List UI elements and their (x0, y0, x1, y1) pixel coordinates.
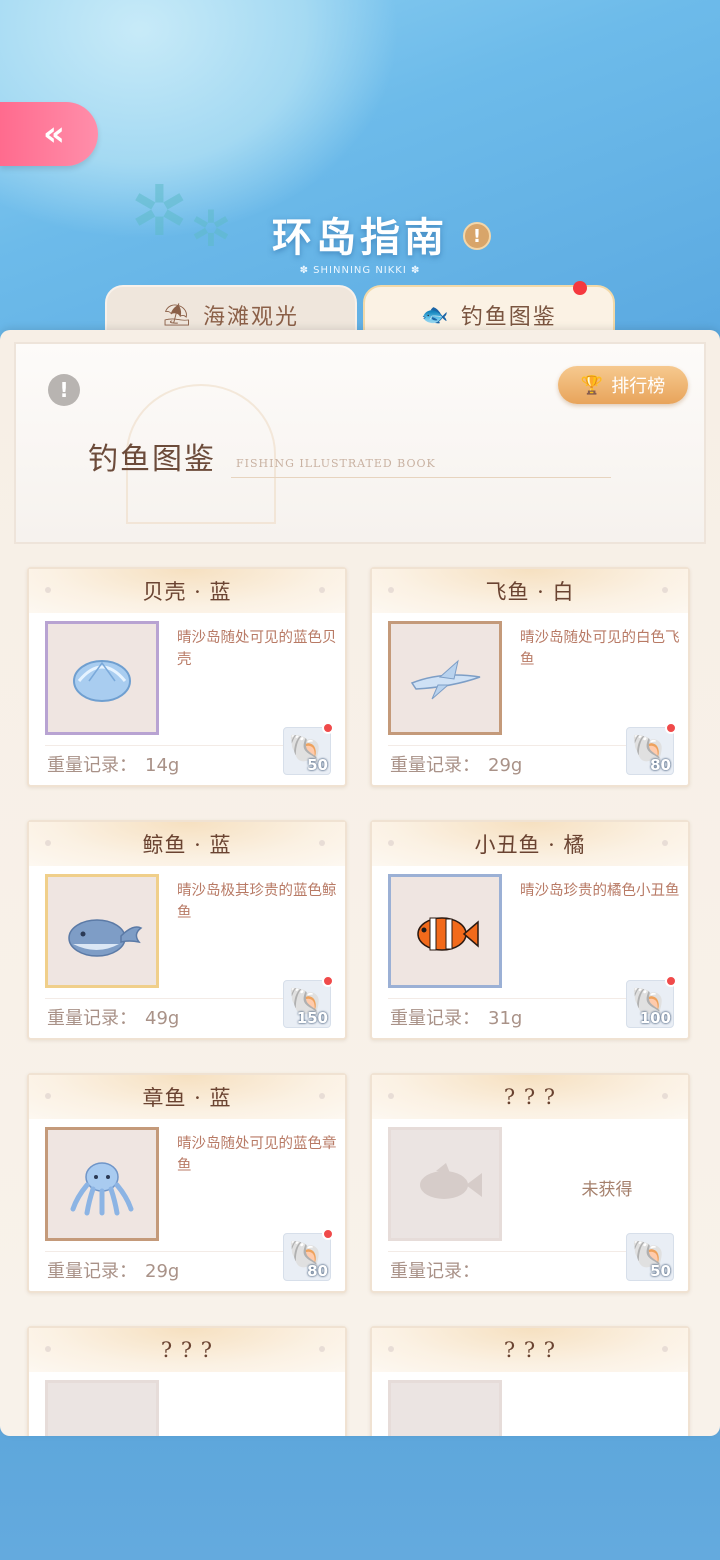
fish-name: 飞鱼 · 白 (372, 569, 688, 613)
page-subtitle: ✽ SHINNING NIKKI ✽ (299, 265, 421, 276)
fish-silhouette-icon (45, 1380, 159, 1436)
book-header: ! 🏆 排行榜 钓鱼图鉴 FISHING ILLUSTRATED BOOK (14, 342, 706, 544)
weight-value: 29g (488, 755, 523, 776)
notification-dot (322, 1228, 334, 1240)
exclamation-icon: ! (472, 225, 482, 247)
fish-description: 晴沙岛随处可见的蓝色章鱼 (177, 1136, 337, 1174)
reward-item[interactable]: 🐚 150 (283, 975, 334, 1028)
weight-label: 重量记录： (47, 1261, 137, 1282)
reward-item[interactable]: 🐚 50 (283, 722, 334, 775)
page-title-block: 环岛指南 ✽ SHINNING NIKKI ✽ (0, 205, 720, 276)
fish-card-locked[interactable]: ? ? ? (370, 1326, 690, 1436)
notification-dot (322, 722, 334, 734)
reward-item[interactable]: 🐚 80 (283, 1228, 334, 1281)
flying-fish-icon (388, 621, 502, 735)
tab-label: 钓鱼图鉴 (460, 305, 557, 330)
reward-item[interactable]: 🐚 100 (626, 975, 677, 1028)
fish-description: 晴沙岛珍贵的橘色小丑鱼 (520, 883, 680, 899)
shell-icon (45, 621, 159, 735)
fish-card[interactable]: 章鱼 · 蓝 晴沙岛随处可见的蓝色章鱼 重量记录： 29g 🐚 80 (27, 1073, 347, 1293)
reward-count: 80 (650, 756, 671, 774)
fish-name: ? ? ? (372, 1075, 688, 1119)
reward-count: 50 (650, 1262, 671, 1280)
weight-record: 重量记录： 29g (47, 1257, 179, 1283)
fish-name: 鲸鱼 · 蓝 (29, 822, 345, 866)
weight-record: 重量记录： 49g (47, 1004, 179, 1030)
whale-icon (45, 874, 159, 988)
notification-dot (573, 281, 587, 295)
fish-card[interactable]: 飞鱼 · 白 晴沙岛随处可见的白色飞鱼 重量记录： 29g 🐚 80 (370, 567, 690, 787)
fish-card[interactable]: 贝壳 · 蓝 晴沙岛随处可见的蓝色贝壳 重量记录： 14g 🐚 50 (27, 567, 347, 787)
not-obtained-label: 未获得 (581, 1180, 633, 1200)
leaderboard-label: 排行榜 (611, 376, 666, 397)
reward-item[interactable]: 🐚 50 (626, 1233, 674, 1281)
fish-icon: 🐟 (421, 302, 451, 328)
fish-description: 晴沙岛随处可见的白色飞鱼 (520, 630, 680, 668)
fish-name: ? ? ? (372, 1328, 688, 1372)
weight-value: 14g (145, 755, 180, 776)
weight-record: 重量记录： 31g (390, 1004, 522, 1030)
fish-name: 章鱼 · 蓝 (29, 1075, 345, 1119)
exclamation-icon: ! (59, 378, 69, 402)
weight-value: 49g (145, 1008, 180, 1029)
notification-dot (665, 722, 677, 734)
help-info-button[interactable]: ! (463, 222, 491, 250)
fish-name: 贝壳 · 蓝 (29, 569, 345, 613)
fish-card-locked[interactable]: ? ? ? 未获得 重量记录： 🐚 50 (370, 1073, 690, 1293)
weight-value: 29g (145, 1261, 180, 1282)
clownfish-icon (388, 874, 502, 988)
weight-label: 重量记录： (47, 1008, 137, 1029)
weight-record: 重量记录： (390, 1257, 488, 1283)
fish-card-locked[interactable]: ? ? ? (27, 1326, 347, 1436)
book-info-button[interactable]: ! (48, 374, 80, 406)
bottom-water (0, 1436, 720, 1560)
weight-label: 重量记录： (390, 1008, 480, 1029)
fish-silhouette-icon (388, 1380, 502, 1436)
reward-count: 100 (639, 1009, 671, 1027)
book-title: 钓鱼图鉴 (88, 442, 216, 477)
octopus-icon (45, 1127, 159, 1241)
weight-label: 重量记录： (390, 755, 480, 776)
notification-dot (322, 975, 334, 987)
fish-silhouette-icon (388, 1127, 502, 1241)
leaderboard-button[interactable]: 🏆 排行榜 (558, 366, 688, 404)
fish-card[interactable]: 小丑鱼 · 橘 晴沙岛珍贵的橘色小丑鱼 重量记录： 31g 🐚 100 (370, 820, 690, 1040)
reward-count: 80 (307, 1262, 328, 1280)
back-button[interactable]: « (0, 102, 98, 166)
fish-name: ? ? ? (29, 1328, 345, 1372)
weight-label: 重量记录： (47, 755, 137, 776)
divider (231, 477, 611, 478)
weight-value: 31g (488, 1008, 523, 1029)
reward-count: 50 (307, 756, 328, 774)
fish-description: 晴沙岛随处可见的蓝色贝壳 (177, 630, 337, 668)
weight-record: 重量记录： 14g (47, 751, 179, 777)
fish-description: 晴沙岛极其珍贵的蓝色鲸鱼 (177, 883, 337, 921)
page-title: 环岛指南 (272, 214, 448, 261)
trophy-icon: 🏆 (580, 374, 604, 396)
weight-label: 重量记录： (390, 1261, 480, 1282)
reward-item[interactable]: 🐚 80 (626, 722, 677, 775)
weight-record: 重量记录： 29g (390, 751, 522, 777)
notification-dot (665, 975, 677, 987)
fish-name: 小丑鱼 · 橘 (372, 822, 688, 866)
fish-card[interactable]: 鲸鱼 · 蓝 晴沙岛极其珍贵的蓝色鲸鱼 重量记录： 49g 🐚 150 (27, 820, 347, 1040)
umbrella-icon: ⛱ (163, 302, 193, 328)
tab-label: 海滩观光 (202, 305, 299, 330)
reward-count: 150 (296, 1009, 328, 1027)
fishing-book-panel: ! 🏆 排行榜 钓鱼图鉴 FISHING ILLUSTRATED BOOK 贝壳… (0, 330, 720, 1436)
double-chevron-left-icon: « (43, 114, 65, 154)
book-subtitle: FISHING ILLUSTRATED BOOK (236, 457, 436, 470)
